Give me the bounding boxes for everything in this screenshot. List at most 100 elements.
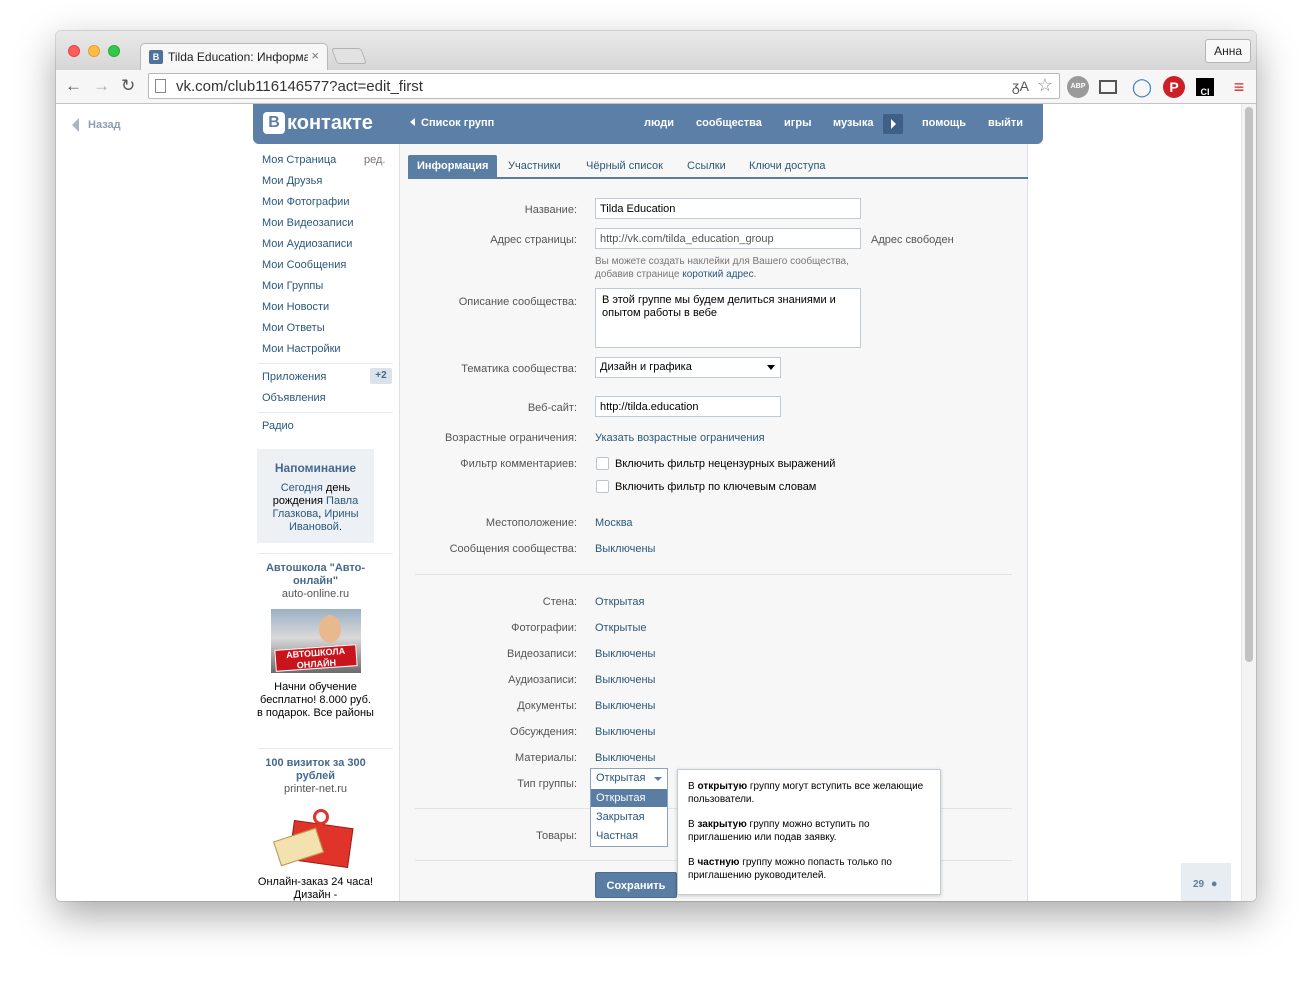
menu-hamburger-icon[interactable]: ≡ <box>1228 76 1250 98</box>
audio-label: Аудиозаписи: <box>508 674 577 686</box>
reminder-today-link[interactable]: Сегодня <box>281 482 323 494</box>
groups-list-link[interactable]: Список групп <box>410 117 494 129</box>
new-tab-button[interactable] <box>331 48 367 64</box>
back-small-icon <box>410 118 415 126</box>
ad-block[interactable]: Автошкола "Авто-онлайн" auto-online.ru А… <box>257 562 374 720</box>
address-bar[interactable]: vk.com/club116146577?act=edit_first ᵹA ☆ <box>148 73 1060 99</box>
tab-information[interactable]: Информация <box>408 155 498 179</box>
sidebar-item-my-page[interactable]: Моя Страница <box>262 154 336 166</box>
user-icon: ● <box>1210 878 1218 890</box>
tab-close-icon[interactable]: × <box>311 48 319 63</box>
sidebar-item-answers[interactable]: Мои Ответы <box>262 322 325 334</box>
music-play-icon[interactable] <box>883 114 903 134</box>
nav-games[interactable]: игры <box>784 117 811 129</box>
sidebar-item-ads[interactable]: Объявления <box>262 392 326 404</box>
videos-value[interactable]: Выключены <box>595 648 655 660</box>
nav-communities[interactable]: сообщества <box>696 117 762 129</box>
browser-tab[interactable]: В Tilda Education: Информа × <box>140 43 328 70</box>
sidebar-item-videos[interactable]: Мои Видеозаписи <box>262 217 354 229</box>
keyword-filter-checkbox[interactable] <box>596 480 609 493</box>
messages-value[interactable]: Выключены <box>595 543 655 555</box>
ad-image-plate: АВТОШКОЛА ОНЛАЙН <box>273 644 358 672</box>
nav-logout[interactable]: выйти <box>988 117 1023 129</box>
sidebar-item-messages[interactable]: Мои Сообщения <box>262 259 346 271</box>
description-label: Описание сообщества: <box>458 296 577 308</box>
sidebar-item-radio[interactable]: Радио <box>262 420 294 432</box>
select-arrow-icon <box>767 365 775 370</box>
materials-value[interactable]: Выключены <box>595 752 655 764</box>
location-value[interactable]: Москва <box>595 517 633 529</box>
group-type-option-closed[interactable]: Закрытая <box>591 808 667 826</box>
bookmark-star-icon[interactable]: ☆ <box>1037 75 1053 96</box>
group-type-dropdown[interactable]: Открытая Открытая Закрытая Частная <box>590 768 668 847</box>
tab-blacklist[interactable]: Чёрный список <box>586 160 663 172</box>
group-type-option-private[interactable]: Частная <box>591 827 667 845</box>
sidebar-item-friends[interactable]: Мои Друзья <box>262 175 322 187</box>
topic-select[interactable]: Дизайн и графика <box>595 357 781 378</box>
profile-button[interactable]: Анна <box>1205 39 1251 63</box>
age-label: Возрастные ограничения: <box>445 432 577 444</box>
ad-block[interactable]: 100 визиток за 300 рублей printer-net.ru… <box>257 757 374 901</box>
reminder-text: Сегодня день рождения Павла Глазкова, Ир… <box>257 482 374 534</box>
sidebar-edit-link[interactable]: ред. <box>364 154 385 166</box>
vk-logo[interactable]: Вконтакте <box>263 112 373 135</box>
close-window-button[interactable] <box>68 45 80 57</box>
ci-extension-icon[interactable]: CI <box>1196 78 1214 97</box>
zoom-window-button[interactable] <box>108 45 120 57</box>
sidebar-divider <box>258 363 393 364</box>
minimize-window-button[interactable] <box>88 45 100 57</box>
group-type-current-value: Открытая <box>596 772 646 784</box>
reminder-end: . <box>338 521 342 533</box>
ad-image[interactable] <box>271 804 361 868</box>
save-button[interactable]: Сохранить <box>595 872 677 898</box>
ad-title[interactable]: 100 визиток за 300 рублей <box>257 757 374 783</box>
docs-value[interactable]: Выключены <box>595 700 655 712</box>
reload-icon[interactable]: ↻ <box>121 76 135 96</box>
back-link[interactable]: Назад <box>72 118 121 132</box>
nav-music[interactable]: музыка <box>833 117 873 129</box>
sidebar-item-audio[interactable]: Мои Аудиозаписи <box>262 238 352 250</box>
photos-value[interactable]: Открытые <box>595 622 647 634</box>
keyword-filter-label[interactable]: Включить фильтр по ключевым словам <box>615 481 816 493</box>
tab-links[interactable]: Ссылки <box>687 160 726 172</box>
ad-image[interactable]: АВТОШКОЛА ОНЛАЙН <box>270 609 361 673</box>
group-type-option-open[interactable]: Открытая <box>591 789 667 807</box>
back-arrow-icon[interactable]: ← <box>65 76 82 96</box>
pinterest-icon[interactable]: P <box>1163 76 1185 98</box>
address-input[interactable] <box>595 228 861 249</box>
ad-title[interactable]: Автошкола "Авто-онлайн" <box>257 562 374 588</box>
tab-access-keys[interactable]: Ключи доступа <box>749 160 826 172</box>
nav-people[interactable]: люди <box>644 117 674 129</box>
sidebar-item-settings[interactable]: Мои Настройки <box>262 343 341 355</box>
screen-capture-icon[interactable] <box>1099 80 1117 94</box>
sidebar-item-news[interactable]: Мои Новости <box>262 301 329 313</box>
extension-drop-icon[interactable]: ◯ <box>1131 76 1153 98</box>
profanity-filter-label[interactable]: Включить фильтр нецензурных выражений <box>615 458 835 470</box>
name-label: Название: <box>524 204 577 216</box>
translate-icon[interactable]: ᵹA <box>1012 78 1029 94</box>
audio-value[interactable]: Выключены <box>595 674 655 686</box>
wall-value[interactable]: Открытая <box>595 596 644 608</box>
website-input[interactable] <box>595 396 781 417</box>
group-type-current[interactable]: Открытая <box>591 769 667 787</box>
nav-help[interactable]: помощь <box>922 117 966 129</box>
sidebar-item-groups[interactable]: Мои Группы <box>262 280 323 292</box>
group-name-input[interactable] <box>595 198 861 219</box>
tab-members[interactable]: Участники <box>508 160 561 172</box>
sidebar-item-apps[interactable]: Приложения <box>262 371 326 383</box>
age-restrictions-link[interactable]: Указать возрастные ограничения <box>595 432 765 444</box>
scrollbar-thumb[interactable] <box>1245 107 1253 662</box>
sidebar-item-photos[interactable]: Мои Фотографии <box>262 196 349 208</box>
ad-url: printer-net.ru <box>284 783 347 795</box>
page-scrollbar[interactable] <box>1241 104 1256 901</box>
description-textarea[interactable]: В этой группе мы будем делиться знаниями… <box>595 288 861 348</box>
forward-arrow-icon[interactable]: → <box>93 76 110 96</box>
adblock-icon[interactable]: ABP <box>1067 76 1089 98</box>
online-friends-widget[interactable]: 29 ● <box>1181 863 1231 901</box>
discussions-value[interactable]: Выключены <box>595 726 655 738</box>
short-address-link[interactable]: короткий адрес <box>682 269 753 280</box>
url-text: vk.com/club116146577?act=edit_first <box>176 78 423 95</box>
profanity-filter-checkbox[interactable] <box>596 457 609 470</box>
ad-body: Начни обучение бесплатно! 8.000 руб. в п… <box>257 681 374 719</box>
apps-count-badge[interactable]: +2 <box>370 368 392 384</box>
